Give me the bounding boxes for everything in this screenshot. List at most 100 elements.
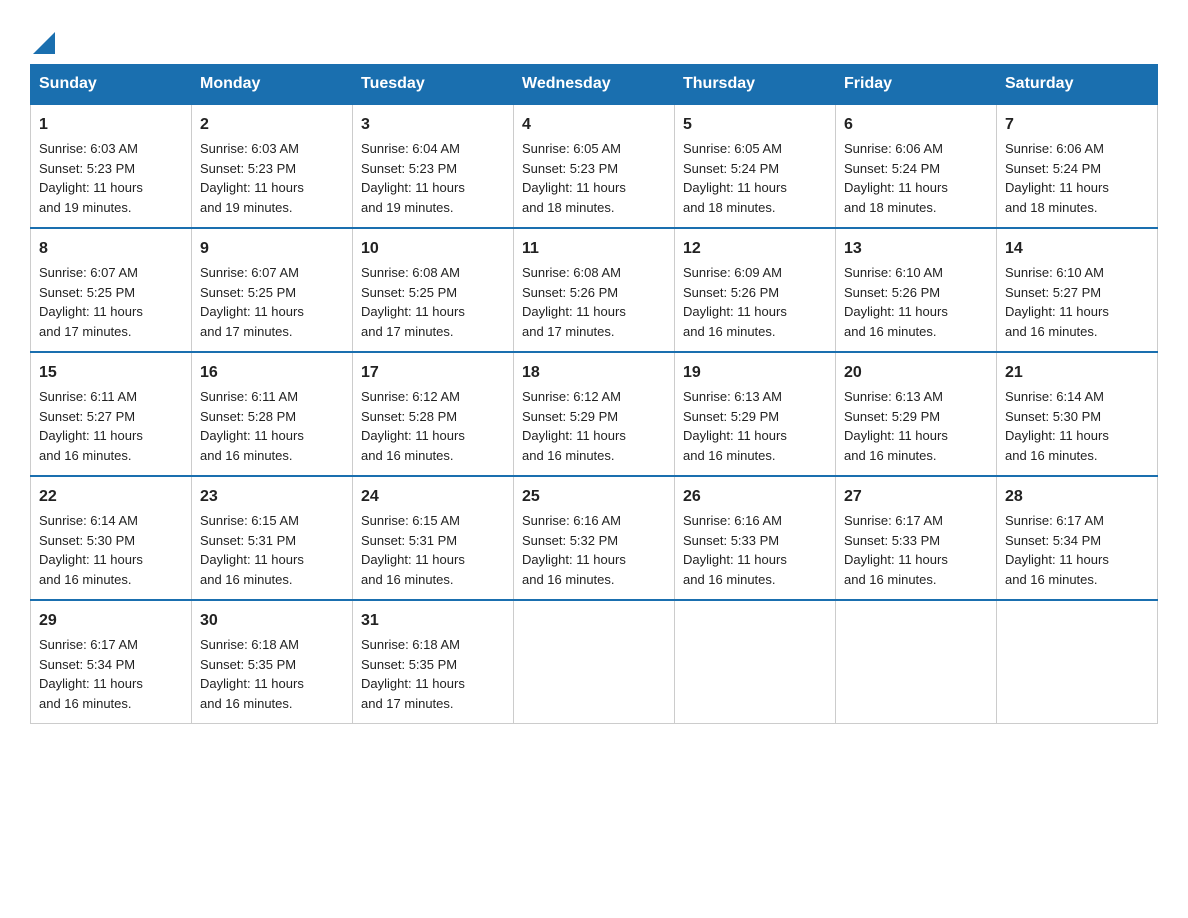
daylight-label: Daylight: 11 hours xyxy=(200,180,304,195)
sunrise-label: Sunrise: 6:14 AM xyxy=(1005,389,1104,404)
day-number: 4 xyxy=(522,113,666,137)
daylight-label: Daylight: 11 hours xyxy=(361,180,465,195)
header-thursday: Thursday xyxy=(675,65,836,105)
sunset-label: Sunset: 5:24 PM xyxy=(844,161,940,176)
daylight-label: Daylight: 11 hours xyxy=(683,428,787,443)
sunrise-label: Sunrise: 6:04 AM xyxy=(361,141,460,156)
daylight-minutes: and 17 minutes. xyxy=(361,696,454,711)
sunrise-label: Sunrise: 6:13 AM xyxy=(844,389,943,404)
sunset-label: Sunset: 5:26 PM xyxy=(522,285,618,300)
daylight-minutes: and 19 minutes. xyxy=(39,200,132,215)
sunrise-label: Sunrise: 6:17 AM xyxy=(39,637,138,652)
daylight-minutes: and 16 minutes. xyxy=(39,696,132,711)
calendar-week-row: 22 Sunrise: 6:14 AM Sunset: 5:30 PM Dayl… xyxy=(31,476,1158,600)
day-number: 2 xyxy=(200,113,344,137)
sunset-label: Sunset: 5:27 PM xyxy=(1005,285,1101,300)
sunrise-label: Sunrise: 6:06 AM xyxy=(844,141,943,156)
daylight-label: Daylight: 11 hours xyxy=(683,552,787,567)
daylight-label: Daylight: 11 hours xyxy=(39,552,143,567)
sunset-label: Sunset: 5:29 PM xyxy=(844,409,940,424)
sunset-label: Sunset: 5:31 PM xyxy=(361,533,457,548)
header-monday: Monday xyxy=(192,65,353,105)
daylight-minutes: and 16 minutes. xyxy=(683,448,776,463)
sunrise-label: Sunrise: 6:05 AM xyxy=(683,141,782,156)
sunrise-label: Sunrise: 6:13 AM xyxy=(683,389,782,404)
calendar-week-row: 8 Sunrise: 6:07 AM Sunset: 5:25 PM Dayli… xyxy=(31,228,1158,352)
day-number: 30 xyxy=(200,609,344,633)
day-number: 23 xyxy=(200,485,344,509)
calendar-cell xyxy=(675,600,836,724)
daylight-minutes: and 17 minutes. xyxy=(361,324,454,339)
daylight-label: Daylight: 11 hours xyxy=(361,552,465,567)
calendar-cell: 8 Sunrise: 6:07 AM Sunset: 5:25 PM Dayli… xyxy=(31,228,192,352)
daylight-label: Daylight: 11 hours xyxy=(39,676,143,691)
calendar-cell: 29 Sunrise: 6:17 AM Sunset: 5:34 PM Dayl… xyxy=(31,600,192,724)
sunset-label: Sunset: 5:29 PM xyxy=(683,409,779,424)
calendar-cell: 19 Sunrise: 6:13 AM Sunset: 5:29 PM Dayl… xyxy=(675,352,836,476)
sunrise-label: Sunrise: 6:16 AM xyxy=(522,513,621,528)
daylight-minutes: and 18 minutes. xyxy=(683,200,776,215)
sunrise-label: Sunrise: 6:12 AM xyxy=(522,389,621,404)
calendar-cell: 2 Sunrise: 6:03 AM Sunset: 5:23 PM Dayli… xyxy=(192,104,353,228)
daylight-label: Daylight: 11 hours xyxy=(844,304,948,319)
daylight-minutes: and 16 minutes. xyxy=(683,324,776,339)
daylight-minutes: and 16 minutes. xyxy=(844,324,937,339)
header-sunday: Sunday xyxy=(31,65,192,105)
sunrise-label: Sunrise: 6:03 AM xyxy=(200,141,299,156)
sunrise-label: Sunrise: 6:08 AM xyxy=(361,265,460,280)
sunset-label: Sunset: 5:24 PM xyxy=(1005,161,1101,176)
day-number: 27 xyxy=(844,485,988,509)
day-number: 21 xyxy=(1005,361,1149,385)
sunset-label: Sunset: 5:23 PM xyxy=(200,161,296,176)
daylight-minutes: and 18 minutes. xyxy=(522,200,615,215)
header-tuesday: Tuesday xyxy=(353,65,514,105)
daylight-minutes: and 16 minutes. xyxy=(1005,448,1098,463)
daylight-label: Daylight: 11 hours xyxy=(1005,428,1109,443)
calendar-table: SundayMondayTuesdayWednesdayThursdayFrid… xyxy=(30,64,1158,724)
sunset-label: Sunset: 5:30 PM xyxy=(39,533,135,548)
sunset-label: Sunset: 5:29 PM xyxy=(522,409,618,424)
sunrise-label: Sunrise: 6:10 AM xyxy=(1005,265,1104,280)
daylight-minutes: and 16 minutes. xyxy=(1005,572,1098,587)
sunrise-label: Sunrise: 6:18 AM xyxy=(361,637,460,652)
sunset-label: Sunset: 5:35 PM xyxy=(361,657,457,672)
sunrise-label: Sunrise: 6:11 AM xyxy=(200,389,298,404)
calendar-week-row: 15 Sunrise: 6:11 AM Sunset: 5:27 PM Dayl… xyxy=(31,352,1158,476)
calendar-cell: 6 Sunrise: 6:06 AM Sunset: 5:24 PM Dayli… xyxy=(836,104,997,228)
daylight-minutes: and 16 minutes. xyxy=(200,696,293,711)
calendar-cell: 31 Sunrise: 6:18 AM Sunset: 5:35 PM Dayl… xyxy=(353,600,514,724)
daylight-minutes: and 19 minutes. xyxy=(361,200,454,215)
sunrise-label: Sunrise: 6:07 AM xyxy=(200,265,299,280)
sunset-label: Sunset: 5:24 PM xyxy=(683,161,779,176)
sunrise-label: Sunrise: 6:10 AM xyxy=(844,265,943,280)
calendar-cell: 13 Sunrise: 6:10 AM Sunset: 5:26 PM Dayl… xyxy=(836,228,997,352)
sunset-label: Sunset: 5:34 PM xyxy=(39,657,135,672)
day-number: 13 xyxy=(844,237,988,261)
day-number: 19 xyxy=(683,361,827,385)
calendar-cell: 23 Sunrise: 6:15 AM Sunset: 5:31 PM Dayl… xyxy=(192,476,353,600)
daylight-minutes: and 16 minutes. xyxy=(39,572,132,587)
daylight-label: Daylight: 11 hours xyxy=(522,428,626,443)
calendar-cell: 27 Sunrise: 6:17 AM Sunset: 5:33 PM Dayl… xyxy=(836,476,997,600)
day-number: 25 xyxy=(522,485,666,509)
daylight-label: Daylight: 11 hours xyxy=(1005,304,1109,319)
daylight-minutes: and 16 minutes. xyxy=(200,572,293,587)
sunrise-label: Sunrise: 6:08 AM xyxy=(522,265,621,280)
day-number: 14 xyxy=(1005,237,1149,261)
day-number: 9 xyxy=(200,237,344,261)
daylight-minutes: and 16 minutes. xyxy=(844,572,937,587)
daylight-label: Daylight: 11 hours xyxy=(1005,180,1109,195)
daylight-label: Daylight: 11 hours xyxy=(844,428,948,443)
day-number: 1 xyxy=(39,113,183,137)
daylight-minutes: and 16 minutes. xyxy=(522,572,615,587)
daylight-label: Daylight: 11 hours xyxy=(844,552,948,567)
sunset-label: Sunset: 5:23 PM xyxy=(522,161,618,176)
calendar-cell: 30 Sunrise: 6:18 AM Sunset: 5:35 PM Dayl… xyxy=(192,600,353,724)
daylight-minutes: and 16 minutes. xyxy=(683,572,776,587)
day-number: 28 xyxy=(1005,485,1149,509)
daylight-label: Daylight: 11 hours xyxy=(522,180,626,195)
daylight-label: Daylight: 11 hours xyxy=(200,676,304,691)
logo-triangle-icon xyxy=(33,32,55,54)
sunrise-label: Sunrise: 6:09 AM xyxy=(683,265,782,280)
header-wednesday: Wednesday xyxy=(514,65,675,105)
